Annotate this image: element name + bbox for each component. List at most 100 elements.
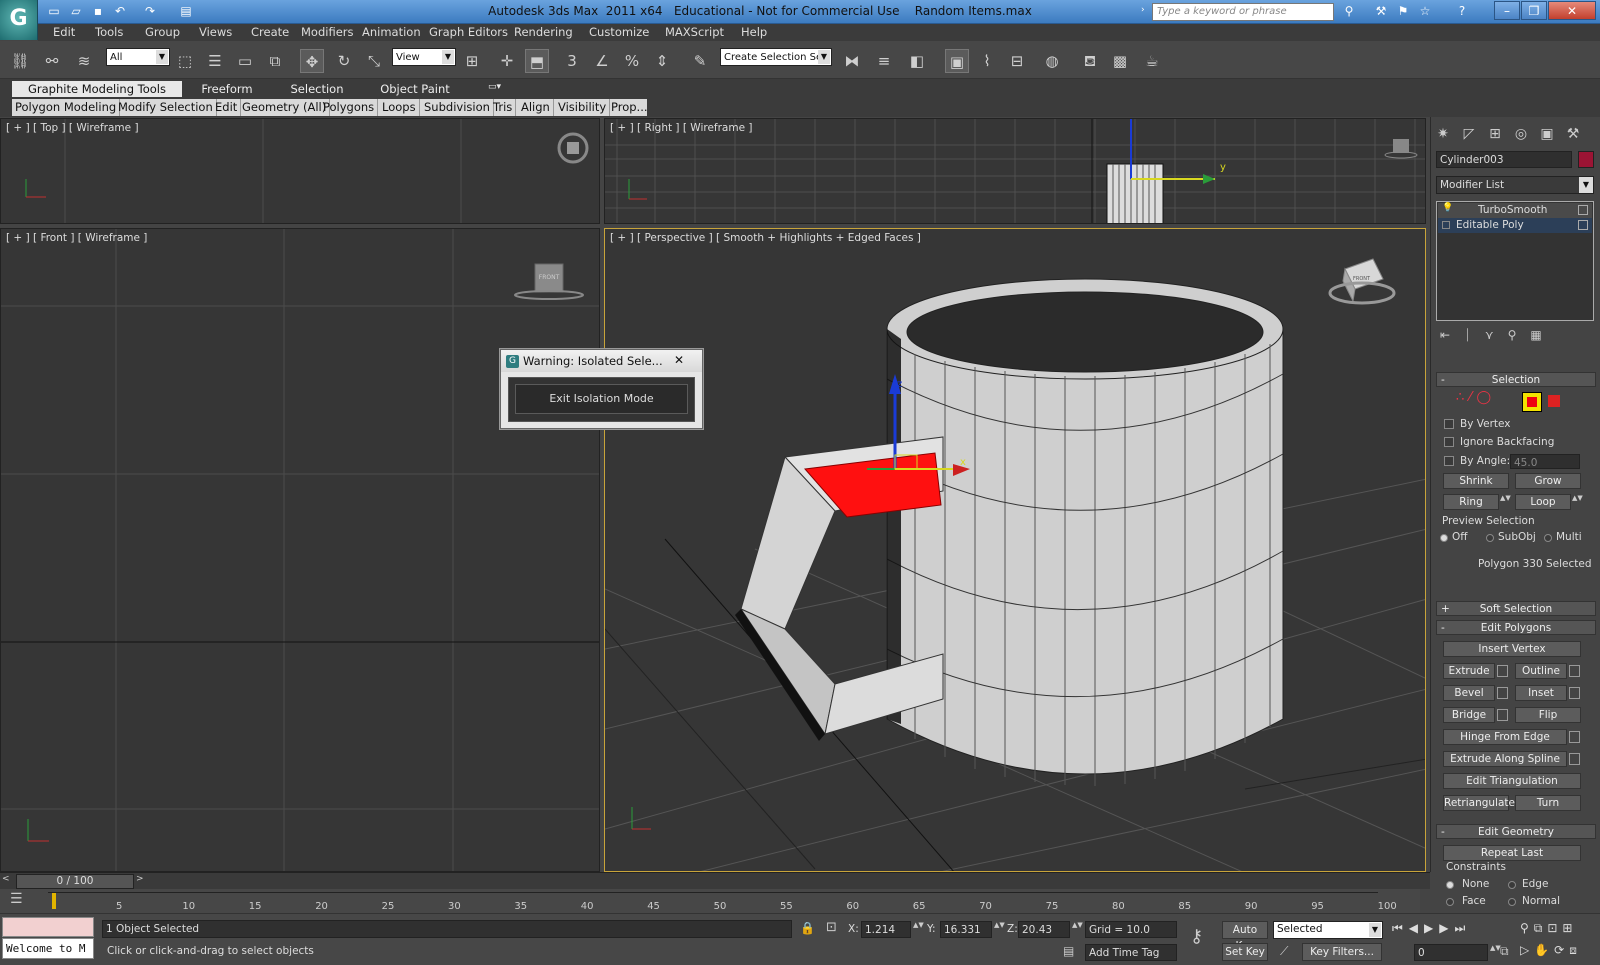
inset-settings-icon[interactable] [1569, 687, 1580, 699]
object-name-field[interactable]: Cylinder003 [1436, 151, 1572, 168]
extrude-settings-icon[interactable] [1497, 665, 1508, 677]
x-coordinate-input[interactable]: 1.214 [861, 921, 911, 938]
hinge-settings-icon[interactable] [1569, 731, 1580, 743]
hierarchy-panel-icon[interactable]: ⊞ [1484, 124, 1506, 144]
pivot-center-icon[interactable]: ⊞ [460, 49, 484, 73]
selection-rollout-header[interactable]: - Selection [1436, 372, 1596, 387]
key-filters-button[interactable]: Key Filters... [1302, 943, 1382, 961]
project-folder-icon[interactable]: ▤ [177, 3, 195, 20]
reference-coordinate-dropdown[interactable]: View ▼ [392, 48, 456, 66]
stack-tools-icons[interactable]: ⇤⏐⋎⚲▦ [1440, 328, 1590, 346]
panel-polygon-modeling[interactable]: Polygon Modeling [12, 99, 121, 116]
communication-icon[interactable]: ⚑ [1394, 3, 1412, 20]
repeat-last-button[interactable]: Repeat Last [1443, 845, 1581, 861]
exit-isolation-mode-button[interactable]: Exit Isolation Mode [515, 384, 688, 414]
edit-geometry-rollout-header[interactable]: - Edit Geometry [1436, 824, 1596, 839]
select-rotate-icon[interactable]: ↻ [332, 49, 356, 73]
render-setup-icon[interactable]: ⛾ [1078, 49, 1102, 73]
redo-icon[interactable]: ↷ [141, 3, 159, 20]
y-spinner[interactable]: ▲▼ [994, 921, 1005, 938]
modifier-list-dropdown[interactable]: Modifier List ▼ [1436, 176, 1594, 194]
restore-icon[interactable]: ❐ [1521, 1, 1547, 20]
default-tangent-icon[interactable]: ⟋ [1280, 944, 1298, 961]
auto-key-button[interactable]: Auto Key [1222, 921, 1268, 952]
open-file-icon[interactable]: ▱ [67, 3, 85, 20]
close-window-icon[interactable]: ✕ [1548, 1, 1596, 20]
inset-button[interactable]: Inset [1515, 685, 1567, 701]
schematic-view-icon[interactable]: ⊟ [1005, 49, 1029, 73]
bridge-settings-icon[interactable] [1497, 709, 1508, 721]
modify-panel-icon[interactable]: ◸ [1458, 124, 1480, 144]
keyboard-shortcut-override-icon[interactable]: ⬒ [525, 49, 549, 73]
help-icon[interactable]: ? [1453, 3, 1471, 20]
constraint-edge-radio[interactable] [1508, 881, 1516, 889]
viewport-perspective[interactable]: [ + ] [ Perspective ] [ Smooth + Highlig… [604, 228, 1426, 872]
expand-search-icon[interactable]: › [1141, 5, 1149, 19]
turn-button[interactable]: Turn [1515, 795, 1581, 811]
ring-spinner[interactable]: ▲▼ [1500, 494, 1511, 510]
panel-geometry-all[interactable]: Geometry (All) [239, 99, 331, 116]
panel-properties[interactable]: Prop... [608, 99, 651, 116]
stack-item-editable-poly[interactable]: Editable Poly [1438, 218, 1592, 233]
viewport-top-label[interactable]: [ + ] [ Top ] [ Wireframe ] [6, 122, 139, 134]
expand-plus-icon[interactable] [1442, 221, 1450, 229]
binoculars-icon[interactable]: ⚲ [1340, 3, 1358, 20]
extrude-along-spline-button[interactable]: Extrude Along Spline [1443, 751, 1567, 767]
frame-spinner[interactable]: ▲▼ [1490, 944, 1501, 961]
menu-create[interactable]: Create [251, 25, 289, 40]
loop-button[interactable]: Loop [1515, 494, 1571, 510]
menu-views[interactable]: Views [199, 25, 232, 40]
app-logo-icon[interactable]: G [0, 0, 38, 40]
grow-button[interactable]: Grow [1515, 473, 1581, 489]
favorites-star-icon[interactable]: ☆ [1416, 3, 1434, 20]
polygon-mode-button[interactable] [1522, 392, 1542, 412]
retriangulate-button[interactable]: Retriangulate [1443, 795, 1515, 811]
menu-edit[interactable]: Edit [53, 25, 75, 40]
undo-icon[interactable]: ↶ [111, 3, 129, 20]
snap-toggle-icon[interactable]: 3 [560, 49, 584, 73]
shrink-button[interactable]: Shrink [1443, 473, 1509, 489]
menu-rendering[interactable]: Rendering [514, 25, 573, 40]
tab-object-paint[interactable]: Object Paint [370, 81, 460, 97]
time-next-arrow-icon[interactable]: > [136, 874, 148, 889]
z-coordinate-input[interactable]: 20.43 [1018, 921, 1070, 938]
viewport-top[interactable]: [ + ] [ Top ] [ Wireframe ] [0, 118, 600, 224]
spinner-snap-icon[interactable]: ⇕ [650, 49, 674, 73]
x-spinner[interactable]: ▲▼ [913, 921, 924, 938]
save-icon[interactable]: ▪ [89, 3, 107, 20]
panel-visibility[interactable]: Visibility [555, 99, 611, 116]
material-editor-icon[interactable]: ◍ [1040, 49, 1064, 73]
graphite-toggle-icon[interactable]: ▣ [945, 49, 969, 73]
time-configuration-icon[interactable]: ⧉ [1500, 944, 1518, 961]
z-spinner[interactable]: ▲▼ [1072, 921, 1083, 938]
time-slider-thumb[interactable]: 0 / 100 [16, 874, 134, 889]
select-by-name-icon[interactable]: ☰ [203, 49, 227, 73]
link-icon[interactable]: ⛓ [8, 49, 32, 73]
mirror-icon[interactable]: ⧓ [840, 49, 864, 73]
hinge-from-edge-button[interactable]: Hinge From Edge [1443, 729, 1567, 745]
viewport-right-label[interactable]: [ + ] [ Right ] [ Wireframe ] [610, 122, 752, 134]
select-scale-icon[interactable]: ⤡ [362, 49, 386, 73]
render-teapot-icon[interactable]: ☕ [1140, 49, 1164, 73]
key-mode-dropdown[interactable]: Selected ▼ [1273, 921, 1383, 939]
rectangular-selection-icon[interactable]: ▭ [233, 49, 257, 73]
percent-snap-icon[interactable]: % [620, 49, 644, 73]
absolute-mode-icon[interactable]: ⊡ [826, 920, 842, 936]
viewport-perspective-label[interactable]: [ + ] [ Perspective ] [ Smooth + Highlig… [610, 232, 921, 244]
bind-space-warp-icon[interactable]: ≋ [72, 49, 96, 73]
by-angle-input[interactable]: 45.0 [1510, 454, 1580, 469]
current-frame-input[interactable]: 0 [1414, 944, 1488, 961]
panel-loops[interactable]: Loops [379, 99, 420, 116]
ribbon-options-icon[interactable]: ▭▾ [488, 82, 512, 94]
menu-group[interactable]: Group [145, 25, 180, 40]
align-icon[interactable]: ≡ [872, 49, 896, 73]
edit-named-selection-icon[interactable]: ✎ [688, 49, 712, 73]
ignore-backfacing-checkbox[interactable] [1444, 437, 1454, 447]
maxscript-pink-field[interactable] [2, 917, 94, 937]
lightbulb-icon[interactable]: 💡 [1442, 203, 1453, 213]
insert-vertex-button[interactable]: Insert Vertex [1443, 641, 1581, 657]
new-file-icon[interactable]: ▭ [45, 3, 63, 20]
y-coordinate-input[interactable]: 16.331 [940, 921, 992, 938]
curve-editor-icon[interactable]: ⌇ [975, 49, 999, 73]
flip-button[interactable]: Flip [1515, 707, 1581, 723]
